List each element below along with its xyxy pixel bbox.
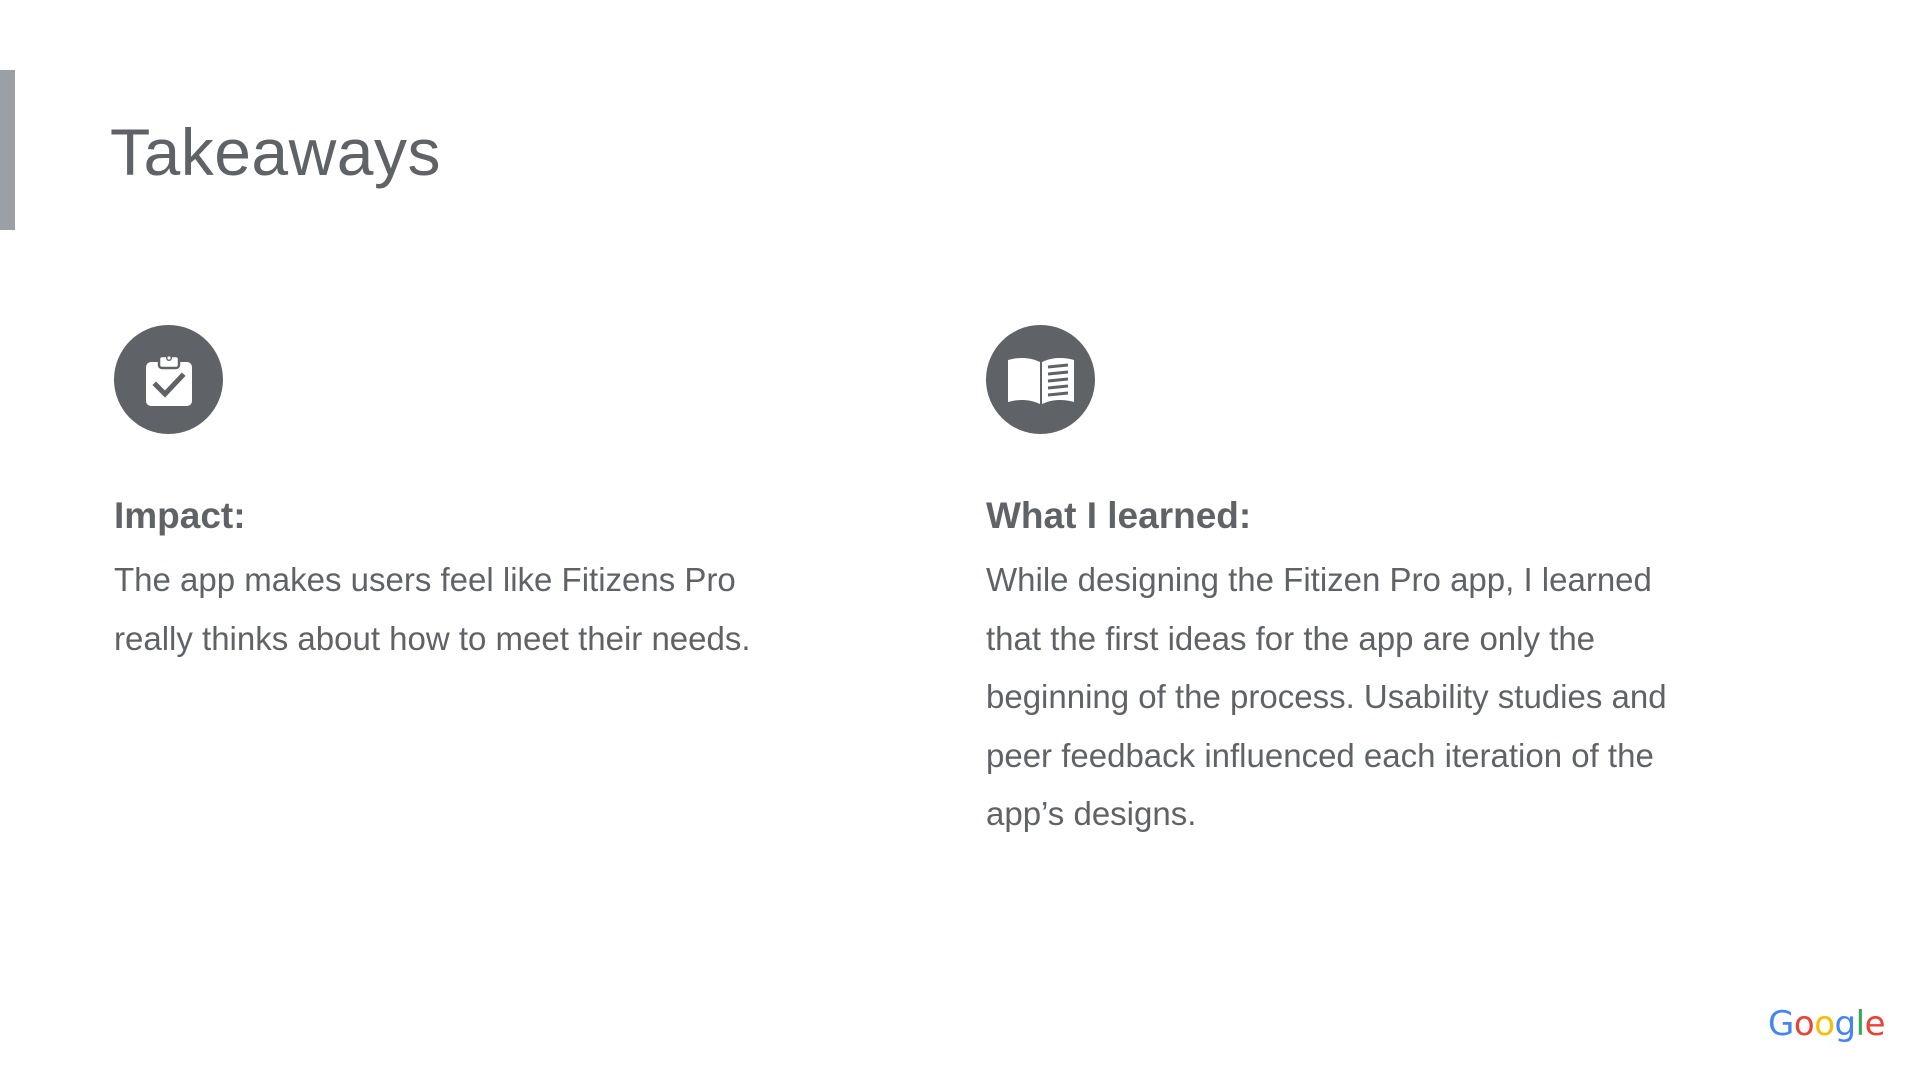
impact-heading: Impact:	[114, 495, 246, 536]
learned-heading: What I learned:	[986, 495, 1252, 536]
clipboard-check-icon	[114, 325, 223, 434]
title-accent-bar	[0, 70, 15, 230]
slide-title: Takeaways	[110, 115, 441, 189]
learned-section: What I learned: While designing the Fiti…	[986, 325, 1726, 844]
google-logo: Google	[1768, 1004, 1885, 1044]
learned-body: While designing the Fitizen Pro app, I l…	[986, 561, 1667, 832]
open-book-icon	[986, 325, 1095, 434]
impact-section: Impact: The app makes users feel like Fi…	[114, 325, 834, 668]
impact-body: The app makes users feel like Fitizens P…	[114, 561, 751, 657]
